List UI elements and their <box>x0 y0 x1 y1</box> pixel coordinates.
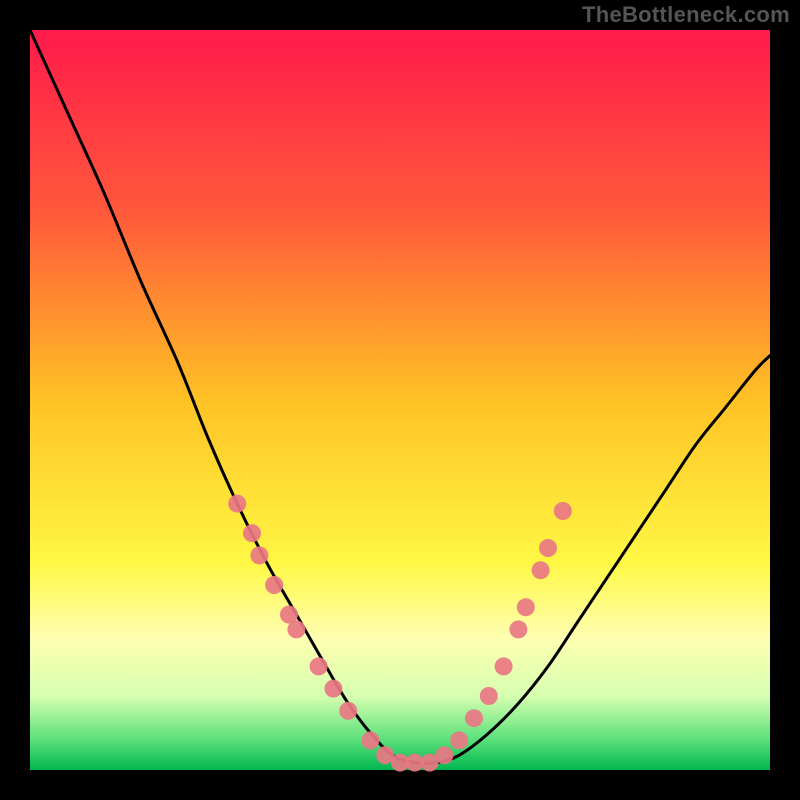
plot-background <box>30 30 770 770</box>
curve-marker <box>435 746 453 764</box>
curve-marker <box>465 709 483 727</box>
curve-marker <box>450 731 468 749</box>
watermark-text: TheBottleneck.com <box>582 2 790 28</box>
curve-marker <box>554 502 572 520</box>
curve-marker <box>509 620 527 638</box>
curve-marker <box>324 680 342 698</box>
curve-marker <box>243 524 261 542</box>
curve-marker <box>287 620 305 638</box>
curve-marker <box>361 731 379 749</box>
curve-marker <box>265 576 283 594</box>
curve-marker <box>480 687 498 705</box>
curve-marker <box>310 657 328 675</box>
curve-marker <box>539 539 557 557</box>
curve-marker <box>250 546 268 564</box>
bottleneck-chart <box>0 0 800 800</box>
curve-marker <box>495 657 513 675</box>
curve-marker <box>532 561 550 579</box>
curve-marker <box>228 495 246 513</box>
curve-marker <box>517 598 535 616</box>
chart-stage: TheBottleneck.com <box>0 0 800 800</box>
curve-marker <box>339 702 357 720</box>
